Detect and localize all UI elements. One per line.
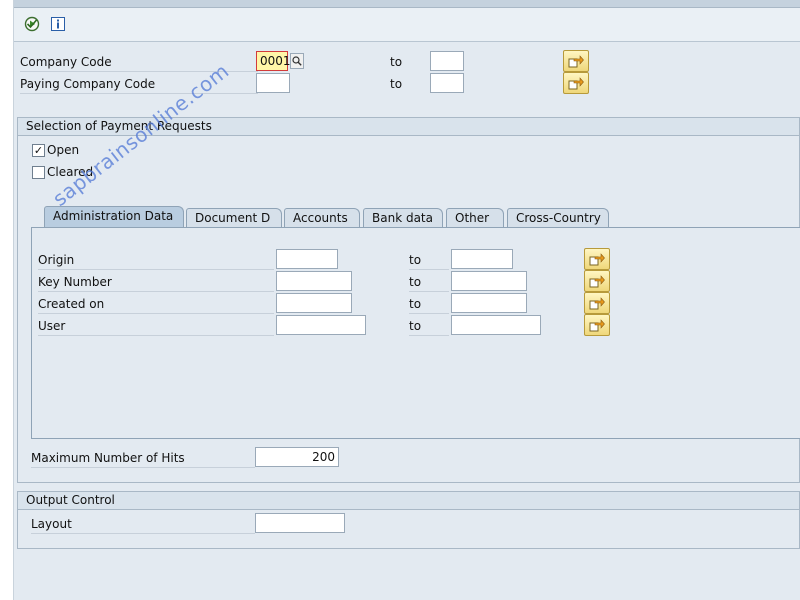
application-toolbar bbox=[14, 8, 800, 42]
key-number-multiple-selection-button[interactable] bbox=[584, 270, 610, 292]
max-hits-field[interactable]: 200 bbox=[255, 447, 339, 467]
user-multiple-selection-button[interactable] bbox=[584, 314, 610, 336]
user-from-field[interactable] bbox=[276, 315, 366, 335]
tab-administration-data[interactable]: Administration Data bbox=[44, 206, 184, 228]
origin-to-field[interactable] bbox=[451, 249, 513, 269]
created-on-label: Created on bbox=[38, 294, 274, 314]
key-number-label: Key Number bbox=[38, 272, 274, 292]
tab-other[interactable]: Other bbox=[446, 208, 504, 228]
origin-to-label: to bbox=[409, 250, 449, 270]
tab-cross-country[interactable]: Cross-Country bbox=[507, 208, 609, 228]
paying-company-code-to-field[interactable] bbox=[430, 73, 464, 93]
paying-company-code-multiple-selection-button[interactable] bbox=[563, 72, 589, 94]
layout-label: Layout bbox=[31, 514, 255, 534]
created-on-to-field[interactable] bbox=[451, 293, 527, 313]
origin-multiple-selection-button[interactable] bbox=[584, 248, 610, 270]
title-bar bbox=[14, 0, 800, 8]
open-checkbox-label: Open bbox=[47, 143, 80, 157]
created-on-multiple-selection-button[interactable] bbox=[584, 292, 610, 314]
user-to-label: to bbox=[409, 316, 449, 336]
company-code-multiple-selection-button[interactable] bbox=[563, 50, 589, 72]
search-help-icon[interactable] bbox=[290, 53, 304, 69]
key-number-to-label: to bbox=[409, 272, 449, 292]
user-label: User bbox=[38, 316, 274, 336]
company-code-to-field[interactable] bbox=[430, 51, 464, 71]
tab-document-data[interactable]: Document D bbox=[186, 208, 282, 228]
execute-icon[interactable] bbox=[24, 16, 40, 32]
created-on-to-label: to bbox=[409, 294, 449, 314]
user-to-field[interactable] bbox=[451, 315, 541, 335]
max-hits-label: Maximum Number of Hits bbox=[31, 448, 255, 468]
tabstrip: Administration Data Document D Accounts … bbox=[30, 206, 800, 228]
paying-company-code-to-label: to bbox=[390, 77, 403, 91]
left-edge-strip bbox=[0, 0, 14, 600]
paying-company-code-from-field[interactable] bbox=[256, 73, 290, 93]
company-code-from-field[interactable]: 0001 bbox=[256, 51, 291, 71]
company-code-to-label: to bbox=[390, 55, 403, 69]
output-control-group-title: Output Control bbox=[18, 492, 799, 510]
created-on-from-field[interactable] bbox=[276, 293, 352, 313]
layout-field[interactable] bbox=[255, 513, 345, 533]
info-icon[interactable] bbox=[50, 16, 66, 32]
cleared-checkbox[interactable] bbox=[32, 165, 45, 179]
tab-bank-data[interactable]: Bank data bbox=[363, 208, 443, 228]
open-checkbox[interactable]: ✓ bbox=[32, 143, 45, 157]
key-number-from-field[interactable] bbox=[276, 271, 352, 291]
origin-label: Origin bbox=[38, 250, 274, 270]
tab-accounts[interactable]: Accounts bbox=[284, 208, 360, 228]
open-checkbox-row[interactable]: ✓ Open bbox=[32, 141, 79, 159]
key-number-to-field[interactable] bbox=[451, 271, 527, 291]
origin-from-field[interactable] bbox=[276, 249, 338, 269]
